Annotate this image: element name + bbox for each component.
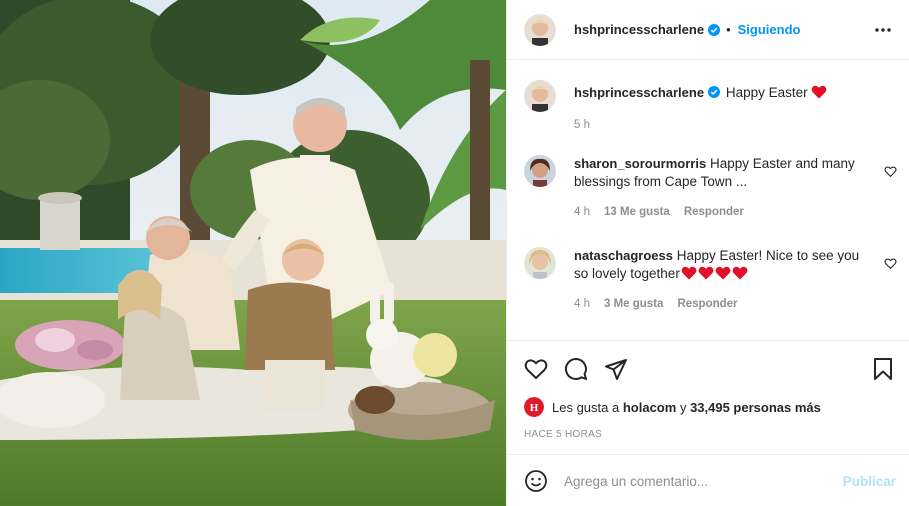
svg-text:H: H (530, 402, 539, 414)
comment-heart-emojis (680, 266, 748, 281)
verified-badge-icon (708, 86, 721, 98)
comment-body: sharon_sorourmorris Happy Easter and man… (574, 155, 869, 221)
comment-icon[interactable] (564, 357, 588, 381)
post-photo[interactable] (0, 0, 506, 506)
reply-button[interactable]: Responder (677, 295, 737, 313)
comment-like-heart-icon[interactable] (884, 165, 897, 178)
likes-first-user[interactable]: holacom (623, 400, 676, 415)
save-icon[interactable] (872, 357, 894, 381)
red-heart-emoji-icon (698, 266, 714, 280)
comment-input[interactable] (564, 473, 824, 489)
caption-username[interactable]: hshprincesscharlene (574, 85, 704, 100)
caption: hshprincesscharlene Happy Easter 5 h (524, 80, 869, 134)
separator-dot: • (726, 22, 731, 37)
comment-like-heart-icon[interactable] (884, 257, 897, 270)
commenter-avatar[interactable] (524, 247, 556, 279)
likes-summary: H Les gusta a holacom y 33,495 personas … (524, 397, 821, 417)
caption-meta: 5 h (574, 116, 869, 134)
like-heart-icon[interactable] (524, 357, 548, 381)
comment: sharon_sorourmorris Happy Easter and man… (524, 155, 869, 221)
commenter-avatar[interactable] (524, 155, 556, 187)
comment-age: 4 h (574, 206, 590, 218)
likes-prefix: Les gusta a (552, 399, 620, 415)
following-button[interactable]: Siguiendo (738, 22, 801, 37)
comment-like-count[interactable]: 13 Me gusta (604, 203, 670, 221)
red-heart-emoji-icon (732, 266, 748, 280)
author-avatar[interactable] (524, 13, 556, 46)
publish-button[interactable]: Publicar (843, 474, 896, 489)
comment: nataschagroess Happy Easter! Nice to see… (524, 247, 869, 313)
comment-age: 4 h (574, 298, 590, 310)
comment-meta: 4 h 3 Me gusta Responder (574, 295, 869, 313)
comment-composer: Publicar (507, 454, 909, 506)
comment-username[interactable]: nataschagroess (574, 248, 673, 263)
comment-body: nataschagroess Happy Easter! Nice to see… (574, 247, 869, 313)
caption-age: 5 h (574, 119, 590, 131)
post-timestamp[interactable]: HACE 5 HORAS (524, 429, 602, 440)
save-button[interactable] (872, 357, 894, 381)
red-heart-emoji-icon (715, 266, 731, 280)
family-easter-photo (0, 0, 506, 506)
red-heart-emoji-icon (681, 266, 697, 280)
verified-badge-icon (708, 23, 721, 36)
author-avatar[interactable] (524, 80, 556, 112)
post-actions: H Les gusta a holacom y 33,495 personas … (507, 340, 909, 506)
more-options-icon[interactable] (873, 20, 893, 40)
post-header: hshprincesscharlene • Siguiendo (507, 0, 909, 60)
caption-body: hshprincesscharlene Happy Easter 5 h (574, 80, 869, 134)
likes-connector: y (679, 399, 687, 415)
share-icon[interactable] (604, 357, 628, 381)
comment-username[interactable]: sharon_sorourmorris (574, 156, 706, 171)
action-icons (524, 357, 628, 381)
comment-like-count[interactable]: 3 Me gusta (604, 295, 663, 313)
post-side-panel: hshprincesscharlene • Siguiendo hshprinc… (506, 0, 909, 506)
red-heart-emoji-icon (811, 85, 827, 99)
author-username[interactable]: hshprincesscharlene (574, 22, 704, 37)
caption-text: Happy Easter (725, 85, 808, 100)
comment-meta: 4 h 13 Me gusta Responder (574, 203, 869, 221)
emoji-icon[interactable] (524, 469, 548, 493)
liker-avatar[interactable]: H (524, 397, 544, 417)
likes-others[interactable]: 33,495 personas más (690, 400, 821, 415)
reply-button[interactable]: Responder (684, 203, 744, 221)
